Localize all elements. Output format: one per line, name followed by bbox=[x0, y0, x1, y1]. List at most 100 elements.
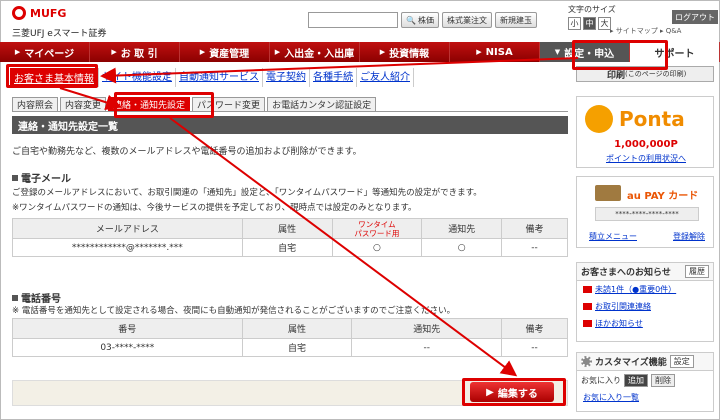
ponta-points: 1,000,000P bbox=[614, 139, 678, 150]
notice-widget: お客さまへのお知らせ 履歴 未読1件（●重要0件） お取引関連連絡 ほかお知らせ bbox=[576, 262, 714, 342]
tab-password-change[interactable]: パスワード変更 bbox=[192, 97, 266, 111]
font-medium-button[interactable]: 中 bbox=[583, 17, 596, 30]
sub-nav: お客さま基本情報 サイト機能設定 自動通知サービス 電子契約 各種手続 ご友人紹… bbox=[10, 68, 414, 87]
subnav-procedures[interactable]: 各種手続 bbox=[310, 68, 357, 87]
section-description: ご自宅や勤務先など、複数のメールアドレスや電話番号の追加および削除ができます。 bbox=[12, 147, 362, 157]
col-notify: 通知先 bbox=[351, 318, 503, 339]
print-button[interactable]: 印刷 (このページの印刷) bbox=[576, 66, 714, 82]
favorite-delete-button[interactable]: 削除 bbox=[651, 374, 675, 387]
nav-trade[interactable]: ▶ お 取 引 bbox=[90, 42, 180, 62]
mail-icon bbox=[583, 320, 592, 327]
customize-setting-button[interactable]: 設定 bbox=[669, 355, 694, 368]
logout-button[interactable]: ログアウト bbox=[672, 10, 718, 24]
notice-contact-link[interactable]: お取引関連連絡 bbox=[577, 298, 713, 315]
subnav-site-settings[interactable]: サイト機能設定 bbox=[99, 68, 176, 87]
aupay-menu-link[interactable]: 積立メニュー bbox=[589, 231, 637, 242]
email-otp: ○ bbox=[331, 238, 423, 257]
email-title-text: 電子メール bbox=[21, 174, 71, 185]
customize-widget: カスタマイズ機能 設定 お気に入り 追加 削除 お気に入り一覧 bbox=[576, 352, 714, 412]
email-value: ************@*******.*** bbox=[12, 238, 243, 257]
tab-edit[interactable]: 内容変更 bbox=[60, 97, 107, 111]
email-section-title: 電子メール bbox=[12, 170, 71, 185]
sitemap-links[interactable]: ▸ サイトマップ ▸ Q&A bbox=[610, 26, 681, 36]
email-note-1: ご登録のメールアドレスにおいて、お取引関連の「通知先」設定と、「ワンタイムパスワ… bbox=[12, 188, 482, 198]
phone-table: 番号 属性 通知先 備考 03-****-**** 自宅 -- -- bbox=[12, 318, 568, 357]
aupay-widget: au PAY カード ****-****-****-**** 積立メニュー 登録… bbox=[576, 176, 714, 248]
favorite-add-button[interactable]: 追加 bbox=[624, 374, 648, 387]
col-otp: ワンタイム パスワード用 bbox=[331, 218, 423, 239]
nav-label: お 取 引 bbox=[120, 48, 158, 60]
ponta-widget: Ponta 1,000,000P ポイントの利用状況へ bbox=[576, 96, 714, 168]
nav-support[interactable]: サポート bbox=[630, 42, 720, 62]
notice-history-button[interactable]: 履歴 bbox=[685, 265, 709, 278]
nav-arrow-icon: ▶ bbox=[476, 48, 482, 56]
subnav-referral[interactable]: ご友人紹介 bbox=[357, 68, 414, 87]
favorites-list-link[interactable]: お気に入り一覧 bbox=[577, 390, 713, 405]
phone-attribute: 自宅 bbox=[241, 338, 353, 357]
table-row: ************@*******.*** 自宅 ○ ○ -- bbox=[12, 238, 568, 257]
col-otp-text: ワンタイム パスワード用 bbox=[354, 219, 400, 238]
tab-divider bbox=[12, 111, 568, 112]
notice-other-link[interactable]: ほかお知らせ bbox=[577, 315, 713, 332]
search-icon: 🔍 bbox=[406, 15, 416, 25]
subnav-basic-info[interactable]: お客さま基本情報 bbox=[10, 68, 99, 87]
credit-card-icon bbox=[595, 185, 621, 201]
edit-label: 編集する bbox=[497, 388, 538, 400]
notice-unread-text: 未読1件（●重要0件） bbox=[595, 285, 677, 294]
mufg-logo-icon bbox=[12, 6, 26, 20]
tab-phone-auth[interactable]: お電話カンタン認証設定 bbox=[267, 97, 377, 111]
tab-contact-settings[interactable]: 連絡・通知先設定 bbox=[108, 97, 191, 111]
arrow-right-icon: ▶ bbox=[486, 386, 494, 398]
nav-label: マイページ bbox=[24, 48, 75, 60]
ponta-character-icon bbox=[585, 105, 613, 133]
notice-unread-link[interactable]: 未読1件（●重要0件） bbox=[577, 281, 713, 298]
notice-header: お客さまへのお知らせ 履歴 bbox=[577, 263, 713, 281]
aupay-links: 積立メニュー 登録解除 bbox=[589, 231, 705, 242]
favorites-row: お気に入り 追加 削除 bbox=[577, 371, 713, 390]
tab-bar: 内容照会 内容変更 連絡・通知先設定 パスワード変更 お電話カンタン認証設定 bbox=[12, 97, 377, 111]
col-email: メールアドレス bbox=[12, 218, 243, 239]
nav-arrow-icon: ▶ bbox=[379, 48, 386, 56]
subnav-auto-notify[interactable]: 自動通知サービス bbox=[176, 68, 263, 87]
nav-mypage[interactable]: ▶ マイページ bbox=[0, 42, 90, 62]
quote-search-button[interactable]: 🔍 株価 bbox=[401, 12, 439, 28]
quote-label: 株価 bbox=[417, 15, 434, 25]
subnav-e-contract[interactable]: 電子契約 bbox=[263, 68, 310, 87]
brand-name: MUFG bbox=[30, 6, 67, 20]
print-sublabel: (このページの印刷) bbox=[625, 70, 687, 78]
email-attribute: 自宅 bbox=[241, 238, 333, 257]
tab-view[interactable]: 内容照会 bbox=[12, 97, 59, 111]
nav-label: 投資情報 bbox=[389, 48, 430, 60]
col-attribute: 属性 bbox=[241, 318, 353, 339]
col-remarks: 備考 bbox=[501, 318, 568, 339]
font-small-button[interactable]: 小 bbox=[568, 17, 581, 30]
aupay-cancel-link[interactable]: 登録解除 bbox=[673, 231, 705, 242]
new-position-button[interactable]: 新規建玉 bbox=[494, 12, 537, 28]
phone-remarks: -- bbox=[501, 338, 568, 357]
nav-info[interactable]: ▶ 投資情報 bbox=[360, 42, 450, 62]
nav-deposit[interactable]: ▶ 入出金・入出庫 bbox=[270, 42, 360, 62]
ponta-usage-link[interactable]: ポイントの利用状況へ bbox=[577, 153, 715, 164]
nav-settings[interactable]: ▼ 設定・申込 bbox=[540, 42, 630, 62]
nav-label: 資産管理 bbox=[209, 48, 250, 60]
email-note-2: ※ワンタイムパスワードの通知は、今後サービスの提供を予定しており、現時点では設定… bbox=[12, 203, 417, 213]
search-input[interactable] bbox=[308, 12, 398, 28]
company-name: 三菱UFJ eスマート証券 bbox=[12, 29, 107, 39]
edit-button[interactable]: ▶ 編集する bbox=[470, 382, 554, 402]
customize-title: カスタマイズ機能 bbox=[595, 358, 667, 368]
notice-title: お客さまへのお知らせ bbox=[581, 268, 671, 278]
phone-section-title: 電話番号 bbox=[12, 290, 61, 305]
customize-header: カスタマイズ機能 設定 bbox=[577, 353, 713, 371]
bullet-square-icon bbox=[12, 294, 18, 301]
mail-icon bbox=[583, 303, 592, 310]
nav-arrow-icon: ▼ bbox=[554, 48, 561, 56]
col-remarks: 備考 bbox=[501, 218, 568, 239]
nav-assets[interactable]: ▶ 資産管理 bbox=[180, 42, 270, 62]
main-nav: ▶ マイページ ▶ お 取 引 ▶ 資産管理 ▶ 入出金・入出庫 ▶ 投資情報 ▶ NISA… bbox=[0, 42, 720, 62]
stock-order-button[interactable]: 株式業注文 bbox=[441, 12, 492, 28]
nav-arrow-icon: ▶ bbox=[199, 48, 206, 56]
brand-logo[interactable]: MUFG bbox=[12, 6, 66, 20]
nav-nisa[interactable]: ▶ NISA bbox=[450, 42, 540, 62]
phone-value: 03-****-**** bbox=[12, 338, 243, 357]
ponta-title: Ponta bbox=[619, 107, 685, 131]
